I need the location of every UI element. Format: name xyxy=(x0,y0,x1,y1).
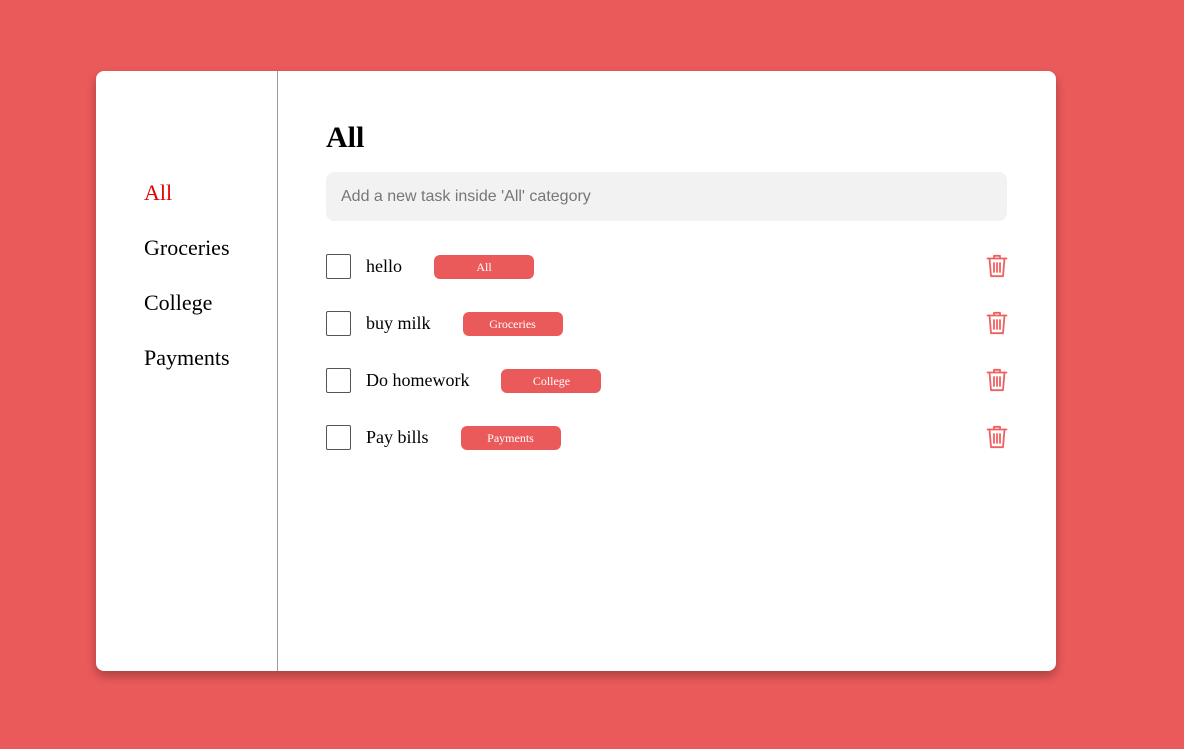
task-text: hello xyxy=(366,256,402,276)
trash-icon[interactable] xyxy=(986,254,1008,278)
sidebar-item-college[interactable]: College xyxy=(144,290,277,316)
task-text: Do homework xyxy=(366,370,470,390)
task-text: buy milk xyxy=(366,313,431,333)
main-content: All hello All buy milk Gr xyxy=(278,71,1056,671)
task-checkbox[interactable] xyxy=(326,368,351,393)
task-checkbox[interactable] xyxy=(326,254,351,279)
task-checkbox[interactable] xyxy=(326,425,351,450)
category-badge: Groceries xyxy=(462,312,563,336)
task-text: Pay bills xyxy=(366,427,429,447)
sidebar-item-payments[interactable]: Payments xyxy=(144,345,277,371)
trash-icon[interactable] xyxy=(986,425,1008,449)
new-task-input[interactable] xyxy=(326,172,1007,221)
task-checkbox[interactable] xyxy=(326,311,351,336)
category-badge: Payments xyxy=(460,426,561,450)
category-sidebar: All Groceries College Payments xyxy=(96,71,278,671)
page-title: All xyxy=(326,121,365,154)
task-list: hello All buy milk Groceries Do homework… xyxy=(326,242,1008,470)
sidebar-item-all[interactable]: All xyxy=(144,180,277,206)
task-row: hello All xyxy=(326,242,1008,299)
category-badge: All xyxy=(434,255,534,279)
task-row: Do homework College xyxy=(326,356,1008,413)
trash-icon[interactable] xyxy=(986,311,1008,335)
sidebar-item-groceries[interactable]: Groceries xyxy=(144,235,277,261)
todo-card: All Groceries College Payments All hello… xyxy=(96,71,1056,671)
category-badge: College xyxy=(501,369,602,393)
task-row: buy milk Groceries xyxy=(326,299,1008,356)
task-row: Pay bills Payments xyxy=(326,413,1008,470)
trash-icon[interactable] xyxy=(986,368,1008,392)
